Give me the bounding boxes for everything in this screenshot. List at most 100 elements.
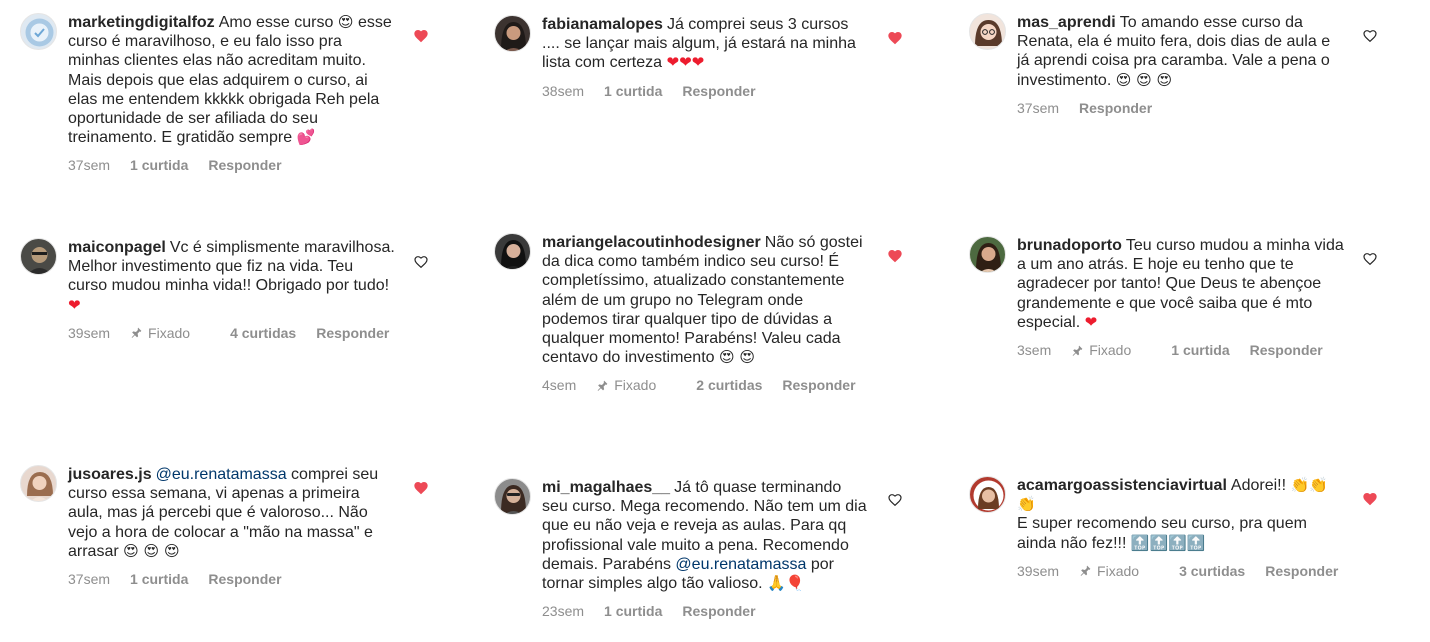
username[interactable]: maiconpagel: [68, 239, 166, 256]
reply-button[interactable]: Responder: [682, 83, 755, 99]
timestamp[interactable]: 39sem: [1017, 563, 1059, 579]
username[interactable]: marketingdigitalfoz: [68, 14, 215, 31]
pinned-text: Fixado: [614, 377, 657, 394]
username[interactable]: fabianamalopes: [542, 16, 663, 33]
user-photo-icon: [27, 472, 53, 501]
heart-eyes-emoji-icon: 😍 😍: [719, 348, 756, 367]
top-arrow-emoji-icon: 🔝🔝🔝🔝: [1130, 533, 1206, 552]
timestamp[interactable]: 4sem: [542, 377, 576, 393]
comment-body: Amo esse curso: [218, 14, 334, 31]
heart-outline-icon[interactable]: [1362, 251, 1378, 267]
reply-button[interactable]: Responder: [1079, 100, 1152, 116]
pinned-label: Fixado: [1071, 342, 1151, 358]
avatar[interactable]: [20, 465, 57, 502]
comment-meta: 23sem 1 curtida Responder: [542, 603, 870, 619]
avatar[interactable]: [969, 476, 1006, 513]
comment-meta: 38sem 1 curtida Responder: [542, 83, 870, 99]
comment-text: jusoares.js @eu.renatamassa comprei seu c…: [68, 465, 396, 561]
heart-outline-icon[interactable]: [413, 254, 429, 270]
likes-count[interactable]: 4 curtidas: [230, 325, 296, 341]
red-heart-emoji-icon: ❤: [1084, 312, 1098, 331]
user-photo-icon: [27, 247, 52, 274]
cartoon-avatar-icon: [975, 20, 1002, 46]
comment-meta: 37sem Responder: [1017, 100, 1345, 116]
red-heart-emoji-icon: ❤❤❤: [666, 53, 705, 72]
heart-eyes-emoji-icon: 😍: [337, 13, 354, 31]
reply-button[interactable]: Responder: [208, 157, 281, 173]
likes-count[interactable]: 1 curtida: [604, 603, 662, 619]
username[interactable]: jusoares.js: [68, 466, 152, 483]
likes-count[interactable]: 1 curtida: [1171, 342, 1229, 358]
pinned-label: Fixado: [1079, 563, 1159, 579]
mention-link[interactable]: @eu.renatamassa: [156, 466, 287, 483]
likes-count[interactable]: 1 curtida: [130, 571, 188, 587]
reply-button[interactable]: Responder: [1250, 342, 1323, 358]
comment-text: mi_magalhaes__ Já tô quase terminando seu…: [542, 478, 870, 593]
comment-text: acamargoassistenciavirtual Adorei!! 👏👏👏 E…: [1017, 476, 1345, 553]
comment-text: mas_aprendi To amando esse curso da Renat…: [1017, 13, 1345, 90]
user-photo-icon: [501, 485, 526, 514]
comment-meta: 37sem 1 curtida Responder: [68, 157, 396, 173]
likes-count[interactable]: 1 curtida: [130, 157, 188, 173]
pin-icon: [131, 327, 142, 339]
red-heart-emoji-icon: ❤: [68, 295, 81, 314]
heart-eyes-emoji-icon: 😍 😍 😍: [123, 541, 180, 560]
folded-hands-emoji-icon: 🙏: [767, 574, 786, 593]
reply-button[interactable]: Responder: [208, 571, 281, 587]
timestamp[interactable]: 3sem: [1017, 342, 1051, 358]
pinned-label: Fixado: [130, 325, 210, 341]
likes-count[interactable]: 2 curtidas: [696, 377, 762, 393]
timestamp[interactable]: 37sem: [1017, 100, 1059, 116]
timestamp[interactable]: 39sem: [68, 325, 110, 341]
heart-liked-icon[interactable]: [413, 480, 429, 496]
timestamp[interactable]: 23sem: [542, 603, 584, 619]
heart-liked-icon[interactable]: [1362, 491, 1378, 507]
pin-icon: [1080, 565, 1091, 577]
timestamp[interactable]: 37sem: [68, 157, 110, 173]
user-photo-icon: [501, 22, 526, 51]
likes-count[interactable]: 3 curtidas: [1179, 563, 1245, 579]
heart-liked-icon[interactable]: [887, 30, 903, 46]
heart-liked-icon[interactable]: [413, 28, 429, 44]
pin-icon: [1072, 345, 1083, 356]
username[interactable]: mariangelacoutinhodesigner: [542, 234, 761, 251]
likes-count[interactable]: 1 curtida: [604, 83, 662, 99]
comment-meta: 39sem Fixado 4 curtidas Responder: [68, 325, 396, 341]
heart-liked-icon[interactable]: [887, 248, 903, 264]
username[interactable]: brunadoporto: [1017, 237, 1122, 254]
heart-outline-icon[interactable]: [887, 492, 903, 508]
avatar[interactable]: [20, 13, 57, 50]
pin-icon: [597, 380, 608, 391]
username[interactable]: mas_aprendi: [1017, 14, 1116, 31]
heart-outline-icon[interactable]: [1362, 28, 1378, 44]
heart-eyes-emoji-icon: 😍 😍 😍: [1115, 70, 1173, 89]
username[interactable]: acamargoassistenciavirtual: [1017, 477, 1227, 494]
username[interactable]: mi_magalhaes__: [542, 479, 670, 496]
timestamp[interactable]: 37sem: [68, 571, 110, 587]
comment-body-end: esse curso é maravilhoso, e eu falo isso…: [68, 14, 392, 147]
avatar[interactable]: [969, 13, 1006, 50]
comment-body: Não só gostei da dica como também indico…: [542, 234, 863, 367]
comment-text: marketingdigitalfoz Amo esse curso 😍 esse…: [68, 13, 396, 147]
avatar[interactable]: [20, 238, 57, 275]
pinned-text: Fixado: [148, 324, 191, 341]
user-photo-icon: [973, 480, 1004, 511]
reply-button[interactable]: Responder: [1265, 563, 1338, 579]
comment-meta: 4sem Fixado 2 curtidas Responder: [542, 377, 870, 393]
logo-avatar-icon: [25, 18, 54, 47]
avatar[interactable]: [494, 478, 531, 515]
avatar[interactable]: [969, 236, 1006, 273]
comment-meta: 37sem 1 curtida Responder: [68, 571, 396, 587]
avatar[interactable]: [494, 15, 531, 52]
reply-button[interactable]: Responder: [316, 325, 389, 341]
balloon-emoji-icon: 🎈: [785, 574, 805, 593]
avatar[interactable]: [494, 233, 531, 270]
reply-button[interactable]: Responder: [682, 603, 755, 619]
mention-link[interactable]: @eu.renatamassa: [675, 556, 806, 573]
comment-text: mariangelacoutinhodesigner Não só gostei …: [542, 233, 870, 367]
timestamp[interactable]: 38sem: [542, 83, 584, 99]
pinned-text: Fixado: [1089, 342, 1132, 359]
reply-button[interactable]: Responder: [782, 377, 855, 393]
comment-meta: 3sem Fixado 1 curtida Responder: [1017, 342, 1345, 358]
comment-meta: 39sem Fixado 3 curtidas Responder: [1017, 563, 1345, 579]
